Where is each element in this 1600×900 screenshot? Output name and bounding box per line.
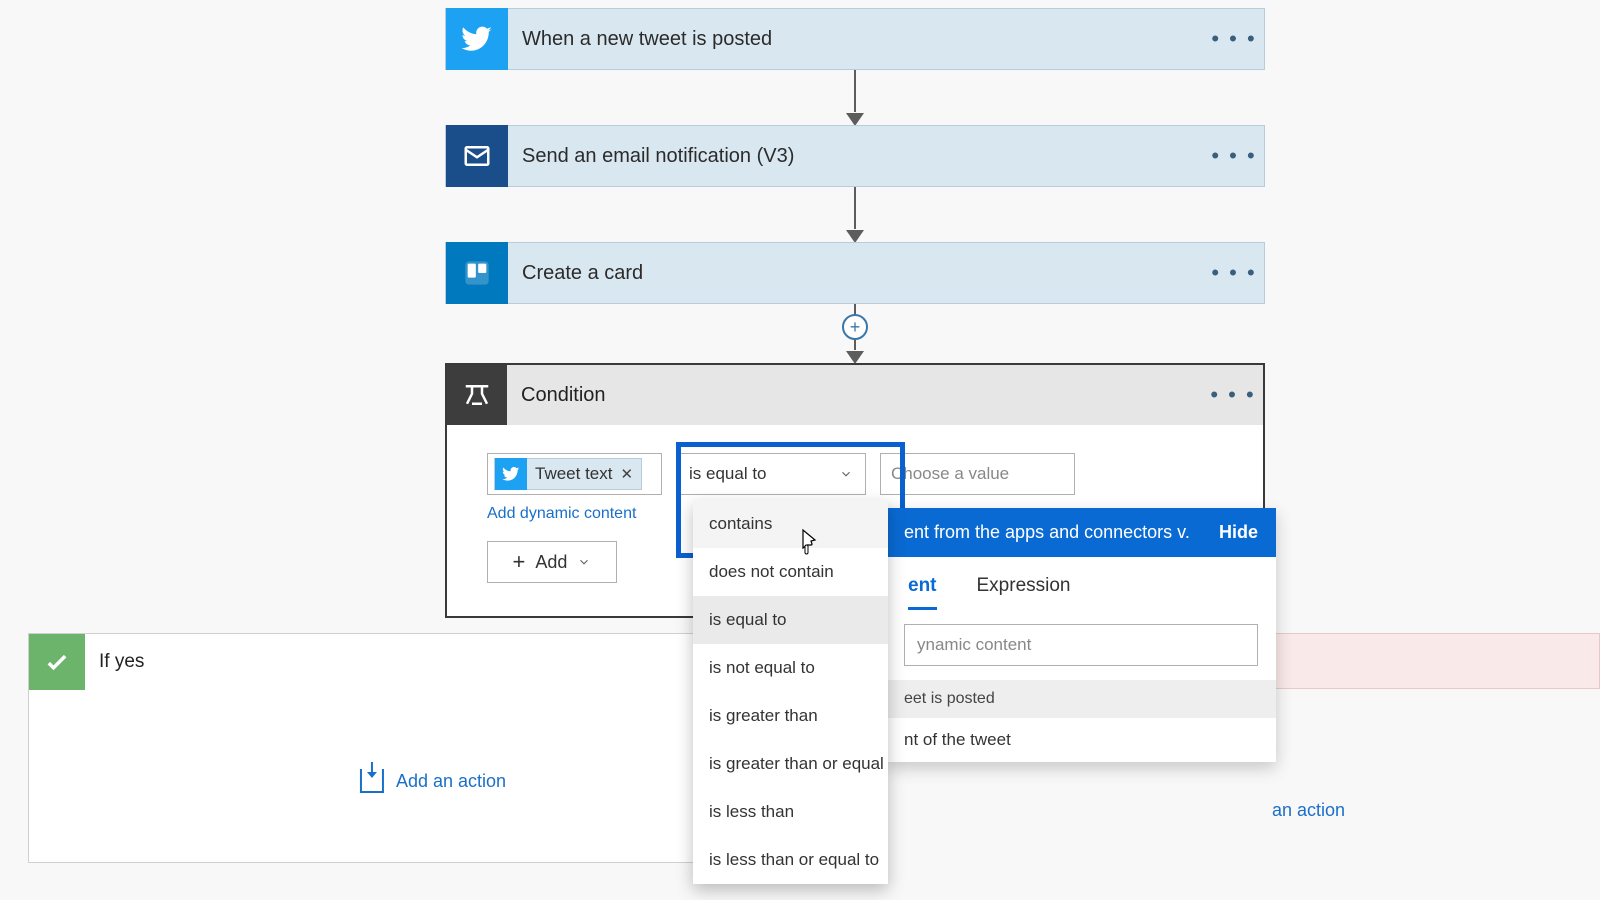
plus-icon: +	[513, 549, 526, 575]
chevron-down-icon	[839, 467, 853, 481]
step-title: Send an email notification (V3)	[508, 145, 1204, 168]
twitter-icon	[446, 8, 508, 70]
more-icon[interactable]: • • •	[1204, 26, 1264, 52]
operator-option[interactable]: is equal to	[693, 596, 888, 644]
dynamic-content-item[interactable]: nt of the tweet	[886, 718, 1276, 762]
search-dynamic-content-input[interactable]: ynamic content	[904, 624, 1258, 666]
condition-header[interactable]: Condition • • •	[447, 365, 1263, 425]
condition-left-operand[interactable]: Tweet text ✕	[487, 453, 662, 495]
step-title: When a new tweet is posted	[508, 28, 1204, 51]
branch-label: If yes	[85, 651, 144, 673]
add-action-button[interactable]: Add an action	[360, 769, 506, 793]
operator-option[interactable]: does not contain	[693, 548, 888, 596]
operator-option[interactable]: contains	[693, 500, 888, 548]
operator-option[interactable]: is less than or equal to	[693, 836, 888, 884]
flyout-section-header: eet is posted	[886, 680, 1276, 718]
check-icon	[29, 634, 85, 690]
token-label: Tweet text	[535, 464, 612, 484]
operator-value: is equal to	[689, 464, 767, 484]
action-step-email[interactable]: Send an email notification (V3) • • •	[445, 125, 1265, 187]
step-title: Create a card	[508, 262, 1204, 285]
chevron-down-icon	[577, 555, 591, 569]
operator-option[interactable]: is greater than	[693, 692, 888, 740]
tab-expression[interactable]: Expression	[977, 575, 1071, 610]
more-icon[interactable]: • • •	[1204, 143, 1264, 169]
operator-option[interactable]: is not equal to	[693, 644, 888, 692]
remove-token-icon[interactable]: ✕	[620, 465, 633, 483]
hide-flyout-button[interactable]: Hide	[1219, 522, 1258, 543]
more-icon[interactable]: • • •	[1203, 382, 1263, 408]
add-action-button-no[interactable]: an action	[1272, 800, 1345, 821]
operator-option[interactable]: is less than	[693, 788, 888, 836]
trello-icon	[446, 242, 508, 304]
mail-icon	[446, 125, 508, 187]
add-condition-button[interactable]: + Add	[487, 541, 617, 583]
trigger-step[interactable]: When a new tweet is posted • • •	[445, 8, 1265, 70]
flyout-header-text: ent from the apps and connectors v.	[904, 522, 1190, 543]
condition-icon	[447, 365, 507, 425]
tab-dynamic-content[interactable]: ent	[908, 575, 937, 610]
dynamic-token[interactable]: Tweet text ✕	[494, 458, 642, 490]
operator-option[interactable]: is greater than or equal to	[693, 740, 888, 788]
add-action-icon	[360, 769, 384, 793]
condition-title: Condition	[507, 384, 1203, 407]
operator-select[interactable]: is equal to	[676, 453, 866, 495]
add-step-button[interactable]: +	[842, 314, 868, 340]
twitter-icon	[495, 458, 527, 490]
action-step-trello[interactable]: Create a card • • •	[445, 242, 1265, 304]
condition-value-input[interactable]: Choose a value	[880, 453, 1075, 495]
more-icon[interactable]: • • •	[1204, 260, 1264, 286]
dynamic-content-flyout: ent from the apps and connectors v. Hide…	[886, 508, 1276, 762]
operator-dropdown: contains does not contain is equal to is…	[693, 500, 888, 884]
